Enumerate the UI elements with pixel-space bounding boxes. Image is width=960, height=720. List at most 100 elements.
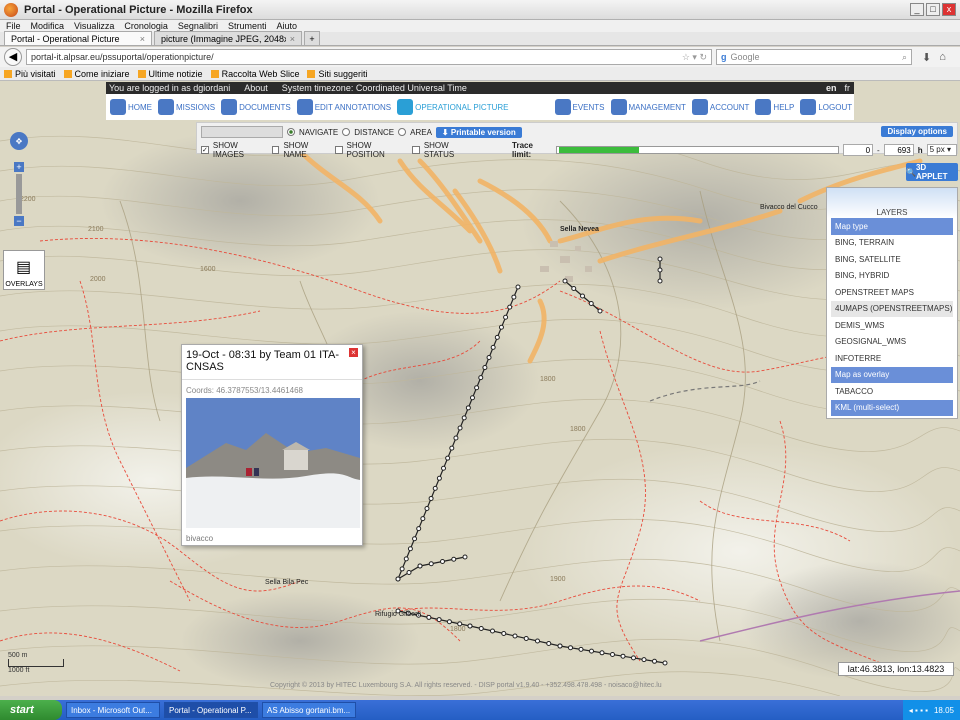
trace-point[interactable] [465,405,471,411]
trace-point[interactable] [589,648,594,654]
bookmark-item[interactable]: Più visitati [4,69,56,79]
trace-point[interactable] [535,638,540,644]
nav-help[interactable]: HELP [755,99,794,115]
bookmark-item[interactable]: Ultime notizie [137,69,203,79]
trace-point[interactable] [407,546,413,552]
trace-point[interactable] [652,658,657,664]
trace-point[interactable] [498,324,504,330]
nav-events[interactable]: EVENTS [554,99,605,115]
trace-point[interactable] [562,278,568,284]
layer-item[interactable]: Map type [831,218,953,235]
nav-management[interactable]: MANAGEMENT [610,99,686,115]
nav-missions[interactable]: MISSIONS [158,99,215,115]
menu-file[interactable]: File [6,21,21,31]
download-icon[interactable]: ⬇ [922,51,931,64]
menu-strumenti[interactable]: Strumenti [228,21,267,31]
layer-item[interactable]: GEOSIGNAL_WMS [831,334,953,351]
tab-close-icon[interactable]: × [290,34,295,44]
layer-item[interactable]: KML (multi-select) [831,399,953,416]
trace-point[interactable] [395,576,401,582]
bookmark-item[interactable]: Raccolta Web Slice [210,69,299,79]
trace-point[interactable] [501,631,507,636]
bookmark-item[interactable]: Come iniziare [63,69,130,79]
map-canvas[interactable]: 2100 2000 1600 1800 1800 1900 1800 2200 … [0,81,960,696]
trace-point[interactable] [424,506,430,512]
layer-item[interactable]: TABACCO [831,383,953,400]
close-window-button[interactable]: x [942,3,956,16]
trace-point[interactable] [467,623,473,629]
lang-fr[interactable]: fr [845,83,851,93]
distance-radio[interactable] [342,128,351,136]
nav-account[interactable]: ACCOUNT [691,99,749,115]
trace-point[interactable] [446,619,452,625]
show-position-checkbox[interactable] [334,146,343,154]
trace-point[interactable] [478,375,484,381]
layer-item[interactable]: BING, HYBRID [831,268,953,285]
back-button[interactable]: ◀ [4,48,22,66]
minimize-button[interactable]: _ [910,3,924,16]
show-images-checkbox[interactable]: ✓ [201,146,209,154]
trace-point[interactable] [469,395,475,401]
bookmark-item[interactable]: Siti suggeriti [307,69,367,79]
trace-point[interactable] [461,415,467,421]
trace-point[interactable] [657,256,663,262]
trace-point[interactable] [417,563,423,569]
menu-aiuto[interactable]: Aiuto [276,21,297,31]
trace-max-input[interactable] [883,144,914,156]
trace-point[interactable] [451,556,457,562]
nav-edit-annotations[interactable]: EDIT ANNOTATIONS [296,99,391,115]
taskbar-item-portal[interactable]: Portal - Operational P... [164,702,258,718]
trace-limit-slider[interactable] [555,146,840,154]
tab-close-icon[interactable]: × [140,34,145,44]
trace-point[interactable] [571,286,577,291]
trace-point[interactable] [399,566,405,572]
line-width-select[interactable]: 5 px ▾ [926,144,957,156]
home-browser-icon[interactable]: ⌂ [939,51,946,64]
trace-point[interactable] [412,536,418,542]
trace-point[interactable] [515,284,521,290]
trace-point[interactable] [523,636,529,641]
trace-point[interactable] [486,354,492,360]
3d-applet-button[interactable]: 🔍 3D APPLET [906,163,958,181]
zoom-slider[interactable] [16,174,22,214]
trace-point[interactable] [449,445,455,451]
trace-point[interactable] [428,495,434,501]
trace-point[interactable] [610,652,615,657]
nav-home[interactable]: HOME [110,99,152,115]
trace-point[interactable] [588,301,594,306]
trace-point[interactable] [631,655,636,661]
new-tab-button[interactable]: + [304,31,320,45]
trace-point[interactable] [441,465,447,471]
layer-item[interactable]: BING, TERRAIN [831,235,953,252]
trace-point[interactable] [511,294,517,300]
trace-point[interactable] [420,516,426,522]
trace-point[interactable] [428,561,434,567]
layer-item[interactable]: Map as overlay [831,366,953,383]
trace-point[interactable] [403,556,409,562]
trace-point[interactable] [657,267,663,273]
menu-visualizza[interactable]: Visualizza [74,21,114,31]
lang-en[interactable]: en [826,83,837,93]
layer-item[interactable]: 4UMAPS (OPENSTREETMAPS) [831,300,953,317]
trace-point[interactable] [462,554,468,560]
trace-min-input[interactable] [843,144,874,156]
trace-point[interactable] [578,646,584,652]
layer-item[interactable]: OPENSTREET MAPS [831,284,953,301]
about-link[interactable]: About [244,83,268,93]
tab-picture[interactable]: picture (Immagine JPEG, 2048x1536 pixe..… [154,31,302,45]
trace-point[interactable] [453,435,459,441]
menu-cronologia[interactable]: Cronologia [124,21,168,31]
navigate-radio[interactable] [287,128,295,136]
layer-item[interactable]: BING, SATELLITE [831,251,953,268]
menu-segnalibri[interactable]: Segnalibri [178,21,218,31]
trace-point[interactable] [597,308,603,314]
trace-point[interactable] [406,570,412,575]
trace-point[interactable] [436,475,442,481]
overlays-button[interactable]: ▤ OVERLAYS [3,250,45,290]
popup-photo[interactable] [186,398,360,528]
taskbar-item-image[interactable]: AS Abisso gortani.bm... [262,702,356,718]
trace-point[interactable] [503,314,509,320]
trace-point[interactable] [482,365,488,371]
trace-point[interactable] [416,526,422,532]
trace-point[interactable] [432,485,438,491]
